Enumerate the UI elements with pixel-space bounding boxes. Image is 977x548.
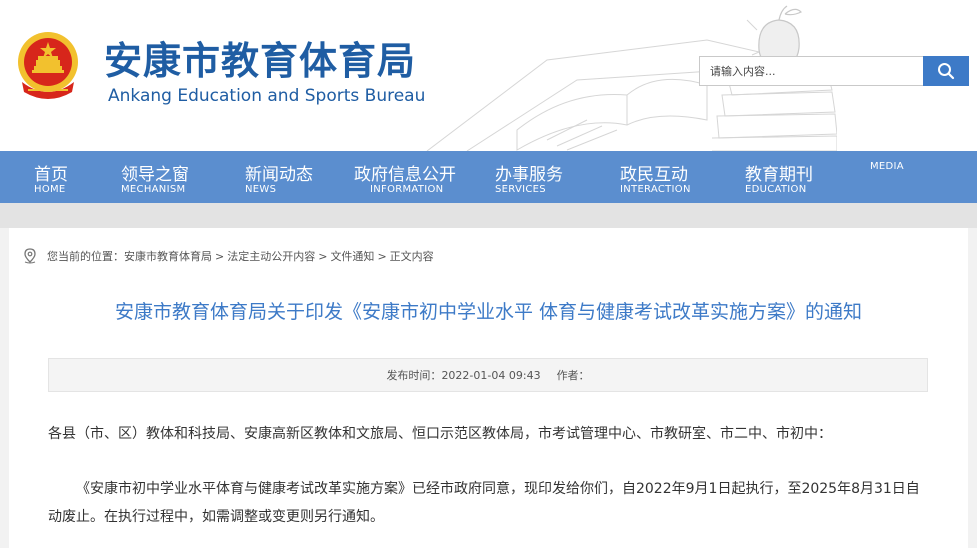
breadcrumb-prefix: 您当前的位置： (47, 250, 124, 263)
breadcrumb-link[interactable]: 安康市教育体育局 (124, 248, 212, 264)
nav-item-label: 领导之窗 (121, 165, 189, 185)
nav-shadow-strip (0, 203, 977, 228)
breadcrumb-link[interactable]: 文件通知 (330, 248, 374, 264)
article-panel: 您当前的位置： 安康市教育体育局 > 法定主动公开内容 > 文件通知 > 正文内… (9, 228, 968, 548)
breadcrumb-separator: > (215, 249, 225, 263)
article-paragraph: 各县（市、区）教体和科技局、安康高新区教体和文旅局、恒口示范区教体局，市考试管理… (48, 426, 832, 442)
author-label: 作者： (556, 369, 590, 382)
nav-item-label: 政府信息公开 (354, 165, 456, 185)
nav-item-sublabel: INTERACTION (620, 184, 691, 195)
site-title: 安康市教育体育局 (104, 38, 417, 83)
nav-item-sublabel: INFORMATION (370, 184, 444, 195)
location-pin-icon (24, 248, 36, 264)
breadcrumb-separator: > (318, 249, 328, 263)
nav-item-sublabel: MECHANISM (121, 184, 186, 195)
nav-item-sublabel: SERVICES (495, 184, 546, 195)
breadcrumb: 您当前的位置： 安康市教育体育局 > 法定主动公开内容 > 文件通知 > 正文内… (23, 248, 434, 264)
search-box (699, 56, 969, 86)
nav-item-label: 首页 (34, 165, 68, 185)
nav-item-label: 办事服务 (495, 165, 563, 185)
nav-item-label: 新闻动态 (245, 165, 313, 185)
article-paragraph: 《安康市初中学业水平体育与健康考试改革实施方案》已经市政府同意，现印发给你们，自… (48, 481, 920, 525)
breadcrumb-current: 正文内容 (389, 250, 434, 263)
nav-item-label: 教育期刊 (745, 165, 813, 185)
publish-time: 2022-01-04 09:43 (441, 368, 541, 382)
nav-item-sublabel: HOME (34, 184, 66, 195)
publish-label: 发布时间： (386, 369, 442, 382)
nav-item-sublabel: EDUCATION (745, 184, 807, 195)
article-title: 安康市教育体育局关于印发《安康市初中学业水平 体育与健康考试改革实施方案》的通知 (114, 301, 863, 323)
search-input[interactable] (700, 57, 920, 85)
site-header: 安康市教育体育局 Ankang Education and Sports Bur… (0, 0, 977, 151)
breadcrumb-link[interactable]: 法定主动公开内容 (227, 248, 315, 264)
national-emblem-icon (18, 32, 78, 99)
site-subtitle: Ankang Education and Sports Bureau (108, 86, 426, 106)
article-meta: 发布时间： 2022-01-04 09:43 作者： (48, 358, 928, 392)
search-button[interactable] (923, 56, 969, 86)
search-icon (938, 63, 955, 80)
nav-item-sublabel: NEWS (245, 184, 277, 195)
nav-item-label: 政民互动 (620, 165, 688, 185)
main-nav: 首页 HOME 领导之窗 MECHANISM 新闻动态 NEWS 政府信息公开 … (0, 151, 977, 203)
breadcrumb-separator: > (377, 249, 387, 263)
nav-item-sublabel: MEDIA (870, 161, 904, 172)
